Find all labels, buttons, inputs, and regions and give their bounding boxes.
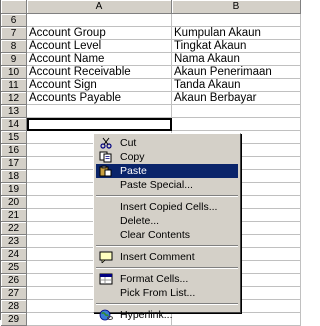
row-header[interactable]: 15 [1, 131, 27, 144]
row-header[interactable]: 19 [1, 183, 27, 196]
row-header[interactable]: 12 [1, 92, 27, 105]
menu-separator [96, 195, 238, 197]
row-header[interactable]: 18 [1, 170, 27, 183]
menu-item-label: Insert Comment [120, 251, 195, 263]
row-header[interactable]: 27 [1, 287, 27, 300]
row-header[interactable]: 22 [1, 222, 27, 235]
row-header[interactable]: 8 [1, 40, 27, 53]
menu-item-label: Copy [120, 151, 145, 163]
row-header[interactable]: 13 [1, 105, 27, 118]
menu-item-clear-contents[interactable]: Clear Contents [96, 228, 238, 242]
cell-b[interactable] [172, 118, 301, 131]
table-row: 14 [1, 118, 301, 131]
row-header[interactable]: 10 [1, 66, 27, 79]
row-header[interactable]: 21 [1, 209, 27, 222]
menu-item-label: Insert Copied Cells... [120, 201, 218, 213]
column-header-b[interactable]: B [172, 0, 301, 14]
row-header[interactable]: 28 [1, 300, 27, 313]
cell-b[interactable]: Nama Akaun [172, 53, 301, 66]
cell-b[interactable] [172, 105, 301, 118]
table-row: 7 Account Group Kumpulan Akaun [1, 27, 301, 40]
cell-a[interactable]: Account Group [27, 27, 172, 40]
menu-item-label: Delete... [120, 215, 160, 227]
table-row: 13 [1, 105, 301, 118]
menu-separator [96, 245, 238, 247]
cell-b[interactable]: Akaun Berbayar [172, 92, 301, 105]
menu-item-label: Hyperlink... [120, 309, 173, 321]
cell-b[interactable]: Tingkat Akaun [172, 40, 301, 53]
menu-item-cut[interactable]: Cut [96, 136, 238, 150]
row-header[interactable]: 7 [1, 27, 27, 40]
cell-b[interactable]: Akaun Penerimaan [172, 66, 301, 79]
table-row: 9 Account Name Nama Akaun [1, 53, 301, 66]
menu-item-label: Format Cells... [120, 273, 189, 285]
menu-item-label: Pick From List... [120, 287, 196, 299]
menu-item-label: Clear Contents [120, 229, 191, 241]
menu-separator [96, 303, 238, 305]
cell-a[interactable]: Account Level [27, 40, 172, 53]
active-cell[interactable] [27, 118, 172, 131]
comment-icon [99, 251, 113, 263]
format-cells-icon [99, 273, 113, 285]
row-header[interactable]: 17 [1, 157, 27, 170]
menu-item-paste[interactable]: Paste [96, 164, 238, 178]
paste-icon [99, 165, 112, 177]
menu-item-insert-copied-cells[interactable]: Insert Copied Cells... [96, 200, 238, 214]
cell-a[interactable]: Accounts Payable [27, 92, 172, 105]
context-menu: Cut Copy Paste Paste Special... Insert C… [93, 133, 241, 321]
cell-a[interactable]: Account Name [27, 53, 172, 66]
menu-item-label: Paste Special... [120, 179, 193, 191]
copy-icon [99, 151, 112, 163]
hyperlink-globe-icon [99, 309, 113, 321]
column-header-a[interactable]: A [27, 0, 172, 14]
cell-b[interactable]: Tanda Akaun [172, 79, 301, 92]
row-header[interactable]: 6 [1, 14, 27, 27]
row-header[interactable]: 26 [1, 274, 27, 287]
menu-item-format-cells[interactable]: Format Cells... [96, 272, 238, 286]
menu-separator [96, 267, 238, 269]
row-header[interactable]: 11 [1, 79, 27, 92]
table-row: 6 [1, 14, 301, 27]
table-row: 8 Account Level Tingkat Akaun [1, 40, 301, 53]
table-row: 12 Accounts Payable Akaun Berbayar [1, 92, 301, 105]
cell-b[interactable] [172, 14, 301, 27]
select-all-corner[interactable] [1, 0, 27, 14]
row-header[interactable]: 25 [1, 261, 27, 274]
row-header[interactable]: 23 [1, 235, 27, 248]
menu-item-pick-from-list[interactable]: Pick From List... [96, 286, 238, 300]
cell-a[interactable] [27, 14, 172, 27]
menu-item-label: Paste [120, 165, 147, 177]
menu-item-copy[interactable]: Copy [96, 150, 238, 164]
table-row: 11 Account Sign Tanda Akaun [1, 79, 301, 92]
row-header[interactable]: 16 [1, 144, 27, 157]
cell-a[interactable]: Account Receivable [27, 66, 172, 79]
cell-a[interactable] [27, 105, 172, 118]
cell-a[interactable]: Account Sign [27, 79, 172, 92]
row-header[interactable]: 14 [1, 118, 27, 131]
menu-item-insert-comment[interactable]: Insert Comment [96, 250, 238, 264]
menu-item-paste-special[interactable]: Paste Special... [96, 178, 238, 192]
row-header[interactable]: 24 [1, 248, 27, 261]
menu-item-label: Cut [120, 137, 137, 149]
table-row: 10 Account Receivable Akaun Penerimaan [1, 66, 301, 79]
row-header[interactable]: 9 [1, 53, 27, 66]
cell-b[interactable]: Kumpulan Akaun [172, 27, 301, 40]
row-header[interactable]: 20 [1, 196, 27, 209]
scissors-icon [100, 137, 112, 149]
menu-item-delete[interactable]: Delete... [96, 214, 238, 228]
